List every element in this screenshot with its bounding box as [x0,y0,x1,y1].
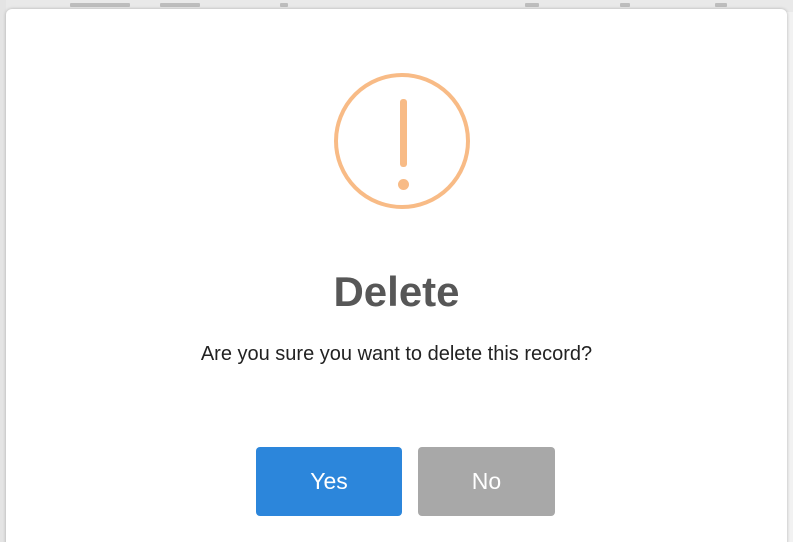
dialog-title: Delete [333,268,460,315]
exclamation-bar [400,99,407,167]
delete-confirmation-dialog: Delete Are you sure you want to delete t… [6,9,787,542]
screen: Delete Are you sure you want to delete t… [0,0,793,542]
warning-exclamation-icon [334,73,470,209]
no-button[interactable]: No [418,447,555,516]
exclamation-dot [398,179,409,190]
yes-button[interactable]: Yes [256,447,402,516]
dialog-message: Are you sure you want to delete this rec… [200,343,593,365]
